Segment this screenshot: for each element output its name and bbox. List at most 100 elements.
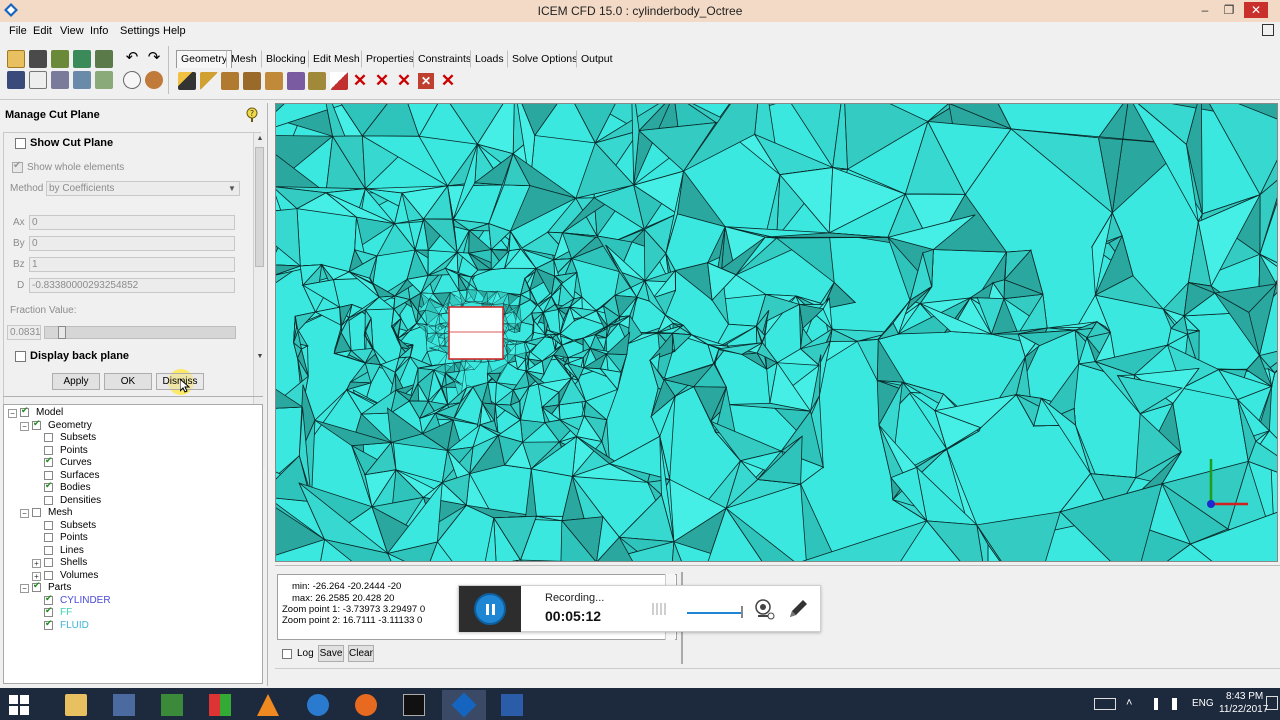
method-select[interactable]: by Coefficients ▼ — [46, 181, 240, 196]
pen-icon[interactable] — [787, 598, 809, 620]
menu-file[interactable]: File — [9, 25, 27, 37]
iso-view-icon[interactable] — [73, 71, 91, 89]
keyboard-icon[interactable] — [1094, 698, 1116, 710]
tree-item-checkbox[interactable] — [44, 605, 53, 617]
taskbar-app-3[interactable] — [150, 690, 194, 720]
save-log-button[interactable]: Save — [318, 645, 344, 662]
save-mesh-icon[interactable] — [73, 50, 91, 68]
taskbar-vlc[interactable] — [246, 690, 290, 720]
tab-edit-mesh[interactable]: Edit Mesh — [308, 50, 365, 68]
close-button[interactable]: ✕ — [1244, 2, 1268, 18]
chevron-up-icon[interactable]: ˄ — [1126, 697, 1132, 709]
taskbar-app-4[interactable] — [198, 690, 242, 720]
repair-geometry-icon[interactable] — [287, 72, 305, 90]
webcam-icon[interactable] — [753, 598, 775, 620]
delete-body-icon[interactable]: ✕ — [418, 73, 434, 89]
display-back-plane-checkbox[interactable] — [15, 351, 26, 362]
tab-properties[interactable]: Properties — [361, 50, 419, 68]
taskbar-word[interactable] — [490, 690, 534, 720]
windows-start-icon[interactable] — [9, 695, 29, 715]
taskbar-firefox[interactable] — [344, 690, 388, 720]
tab-geometry[interactable]: Geometry — [176, 50, 233, 68]
fraction-slider-thumb[interactable] — [58, 326, 66, 339]
tab-constraints[interactable]: Constraints — [413, 50, 476, 68]
restore-dormant-icon[interactable] — [330, 72, 348, 90]
tab-blocking[interactable]: Blocking — [261, 50, 311, 68]
tree-item-checkbox[interactable] — [32, 508, 41, 517]
taskbar-app-2[interactable] — [102, 690, 146, 720]
solid-shade-icon[interactable] — [145, 71, 163, 89]
log-checkbox[interactable] — [282, 649, 292, 659]
scroll-up-icon[interactable]: ▲ — [254, 133, 266, 145]
collapse-icon[interactable]: − — [20, 509, 29, 518]
delete-surface-icon[interactable]: ✕ — [396, 72, 412, 89]
save-blocking-icon[interactable] — [95, 50, 113, 68]
save-project-icon[interactable] — [29, 50, 47, 68]
delete-curve-icon[interactable]: ✕ — [374, 72, 390, 89]
notifications-icon[interactable] — [1266, 696, 1278, 710]
minimize-button[interactable]: ‒ — [1194, 2, 1216, 18]
tree-item-checkbox[interactable] — [44, 533, 53, 542]
tree-item-checkbox[interactable] — [44, 593, 53, 605]
cylinder-cutout[interactable] — [448, 306, 504, 360]
clock-date[interactable]: 11/22/2017 — [1219, 704, 1268, 715]
delete-point-icon[interactable]: ✕ — [352, 72, 368, 89]
restore-child-window-icon[interactable] — [1262, 24, 1274, 36]
create-surface-icon[interactable] — [221, 72, 239, 90]
expand-icon[interactable]: + — [32, 559, 41, 568]
create-faceted-icon[interactable] — [265, 72, 283, 90]
menu-edit[interactable]: Edit — [33, 25, 52, 37]
transform-geometry-icon[interactable] — [308, 72, 326, 90]
tree-item-checkbox[interactable] — [44, 545, 53, 555]
tree-item-checkbox[interactable] — [44, 455, 53, 467]
taskbar-app-6[interactable] — [296, 690, 340, 720]
ax-field[interactable]: 0 — [29, 215, 235, 230]
apply-button[interactable]: Apply — [52, 373, 100, 390]
volume-icon[interactable] — [1172, 698, 1184, 710]
tree-item-checkbox[interactable] — [44, 520, 53, 530]
measure-icon[interactable] — [95, 71, 113, 89]
fit-window-icon[interactable] — [7, 71, 25, 89]
network-icon[interactable] — [1148, 698, 1158, 710]
fraction-value-field[interactable]: 0.0831 — [7, 325, 41, 340]
menu-settings[interactable]: Settings — [120, 25, 160, 37]
scroll-down-icon[interactable]: ▼ — [254, 351, 266, 363]
d-field[interactable]: -0.83380000293254852 — [29, 278, 235, 293]
tree-item-checkbox[interactable] — [32, 580, 41, 592]
save-geometry-icon[interactable] — [51, 50, 69, 68]
tab-loads[interactable]: Loads — [470, 50, 509, 68]
taskbar-icem[interactable] — [442, 690, 486, 720]
undo-icon[interactable]: ↶ — [123, 50, 141, 68]
tree-item-checkbox[interactable] — [44, 570, 53, 580]
fraction-slider[interactable] — [44, 326, 236, 339]
menu-info[interactable]: Info — [90, 25, 108, 37]
mesh-display[interactable] — [276, 104, 1278, 562]
bz-field[interactable]: 1 — [29, 257, 235, 272]
zoom-box-icon[interactable] — [29, 71, 47, 89]
tree-item-checkbox[interactable] — [44, 495, 53, 505]
maximize-button[interactable]: ❐ — [1218, 2, 1240, 18]
clock-time[interactable]: 8:43 PM — [1226, 691, 1263, 702]
redo-icon[interactable]: ↷ — [145, 50, 163, 68]
create-point-icon[interactable] — [178, 72, 196, 90]
tree-item-checkbox[interactable] — [44, 433, 53, 442]
delete-any-entity-icon[interactable]: ✕ — [440, 72, 456, 89]
open-project-icon[interactable] — [7, 50, 25, 68]
tab-mesh[interactable]: Mesh — [226, 50, 262, 68]
graphics-viewport[interactable] — [275, 103, 1278, 562]
volume-level[interactable] — [687, 612, 742, 614]
tree-item-checkbox[interactable] — [32, 418, 41, 430]
language-indicator[interactable]: ENG — [1192, 698, 1214, 709]
show-whole-elements-checkbox[interactable] — [12, 160, 23, 173]
collapse-icon[interactable]: − — [20, 421, 29, 431]
tab-solve-options[interactable]: Solve Options — [507, 50, 582, 68]
ok-button[interactable]: OK — [104, 373, 152, 390]
tab-output[interactable]: Output — [576, 50, 618, 68]
tree-item-checkbox[interactable] — [44, 558, 53, 567]
taskbar-file-explorer[interactable] — [54, 690, 98, 720]
tree-item-checkbox[interactable] — [44, 470, 53, 480]
tree-item-checkbox[interactable] — [20, 405, 29, 417]
wireframe-icon[interactable] — [123, 71, 141, 89]
collapse-icon[interactable]: − — [8, 409, 17, 418]
tree-item-checkbox[interactable] — [44, 480, 53, 492]
